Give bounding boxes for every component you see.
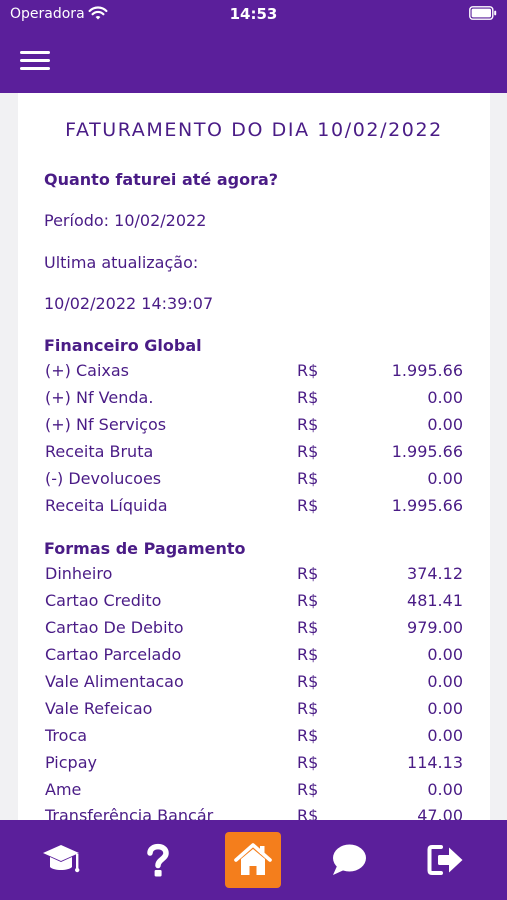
status-bar: Operadora 14:53 — [0, 0, 507, 30]
row-value: 481.41 — [407, 591, 463, 610]
sign-out-icon[interactable] — [418, 832, 474, 888]
financeiro-row: (+) Nf Venda. R$ 0.00 — [45, 388, 463, 415]
chat-bubble-icon[interactable] — [321, 832, 377, 888]
section-pagamentos-title: Formas de Pagamento — [44, 539, 246, 558]
pagamento-row: Cartao Parcelado R$ 0.00 — [45, 645, 463, 672]
question-mark-icon[interactable] — [130, 832, 186, 888]
row-value: 0.00 — [427, 672, 463, 691]
row-value: 0.00 — [427, 469, 463, 488]
row-currency: R$ — [297, 564, 319, 583]
period-text: Período: 10/02/2022 — [44, 211, 207, 230]
financeiro-row: Receita Bruta R$ 1.995.66 — [45, 442, 463, 469]
row-value: 979.00 — [407, 618, 463, 637]
last-update-value: 10/02/2022 14:39:07 — [44, 294, 214, 313]
pagamento-row: Picpay R$ 114.13 — [45, 753, 463, 780]
row-value: 1.995.66 — [391, 496, 463, 515]
row-value: 0.00 — [427, 699, 463, 718]
row-label: Transferência Bancár — [45, 806, 214, 820]
row-label: Receita Líquida — [45, 496, 168, 515]
row-currency: R$ — [297, 780, 319, 799]
row-value: 0.00 — [427, 780, 463, 799]
row-value: 0.00 — [427, 726, 463, 745]
pagamento-row: Dinheiro R$ 374.12 — [45, 564, 463, 591]
row-value: 0.00 — [427, 415, 463, 434]
row-currency: R$ — [297, 388, 319, 407]
row-currency: R$ — [297, 699, 319, 718]
row-currency: R$ — [297, 618, 319, 637]
app-header — [0, 30, 507, 93]
row-currency: R$ — [297, 672, 319, 691]
row-label: Vale Alimentacao — [45, 672, 184, 691]
row-label: Ame — [45, 780, 82, 799]
row-currency: R$ — [297, 496, 319, 515]
row-value: 1.995.66 — [391, 442, 463, 461]
row-currency: R$ — [297, 726, 319, 745]
row-label: (+) Caixas — [45, 361, 130, 380]
financeiro-row: Receita Líquida R$ 1.995.66 — [45, 496, 463, 523]
row-currency: R$ — [297, 415, 319, 434]
pagamento-row: Transferência Bancár R$ 47.00 — [45, 806, 463, 820]
report-card: FATURAMENTO DO DIA 10/02/2022 Quanto fat… — [18, 93, 490, 820]
row-currency: R$ — [297, 591, 319, 610]
financeiro-row: (-) Devolucoes R$ 0.00 — [45, 469, 463, 496]
row-currency: R$ — [297, 753, 319, 772]
row-label: Troca — [45, 726, 88, 745]
home-icon[interactable] — [225, 832, 281, 888]
section-financeiro-title: Financeiro Global — [44, 336, 202, 355]
row-label: Cartao Parcelado — [45, 645, 182, 664]
financeiro-row: (+) Nf Serviços R$ 0.00 — [45, 415, 463, 442]
row-value: 114.13 — [407, 753, 463, 772]
row-label: Dinheiro — [45, 564, 113, 583]
question-heading: Quanto faturei até agora? — [44, 170, 279, 189]
row-currency: R$ — [297, 469, 319, 488]
row-currency: R$ — [297, 645, 319, 664]
financeiro-row: (+) Caixas R$ 1.995.66 — [45, 361, 463, 388]
pagamento-row: Vale Refeicao R$ 0.00 — [45, 699, 463, 726]
row-label: (+) Nf Serviços — [45, 415, 167, 434]
row-value: 1.995.66 — [391, 361, 463, 380]
row-currency: R$ — [297, 361, 319, 380]
row-label: Cartao De Debito — [45, 618, 184, 637]
row-label: Receita Bruta — [45, 442, 154, 461]
clock-time: 14:53 — [229, 5, 278, 23]
row-label: Picpay — [45, 753, 97, 772]
bottom-nav — [0, 820, 507, 900]
hamburger-menu-icon[interactable] — [20, 48, 50, 74]
row-label: Vale Refeicao — [45, 699, 153, 718]
content-area[interactable]: FATURAMENTO DO DIA 10/02/2022 Quanto fat… — [0, 93, 507, 820]
pagamento-row: Cartao Credito R$ 481.41 — [45, 591, 463, 618]
row-value: 0.00 — [427, 388, 463, 407]
row-label: Cartao Credito — [45, 591, 162, 610]
graduation-cap-icon[interactable] — [33, 832, 89, 888]
pagamento-row: Ame R$ 0.00 — [45, 780, 463, 807]
battery-icon — [469, 6, 497, 20]
page-title: FATURAMENTO DO DIA 10/02/2022 — [65, 119, 443, 141]
pagamento-row: Cartao De Debito R$ 979.00 — [45, 618, 463, 645]
pagamento-row: Troca R$ 0.00 — [45, 726, 463, 753]
pagamento-row: Vale Alimentacao R$ 0.00 — [45, 672, 463, 699]
row-currency: R$ — [297, 442, 319, 461]
last-update-label: Ultima atualização: — [44, 253, 199, 272]
row-value: 0.00 — [427, 645, 463, 664]
row-value: 47.00 — [417, 806, 463, 820]
row-currency: R$ — [297, 806, 319, 820]
row-value: 374.12 — [407, 564, 463, 583]
row-label: (-) Devolucoes — [45, 469, 162, 488]
row-label: (+) Nf Venda. — [45, 388, 154, 407]
